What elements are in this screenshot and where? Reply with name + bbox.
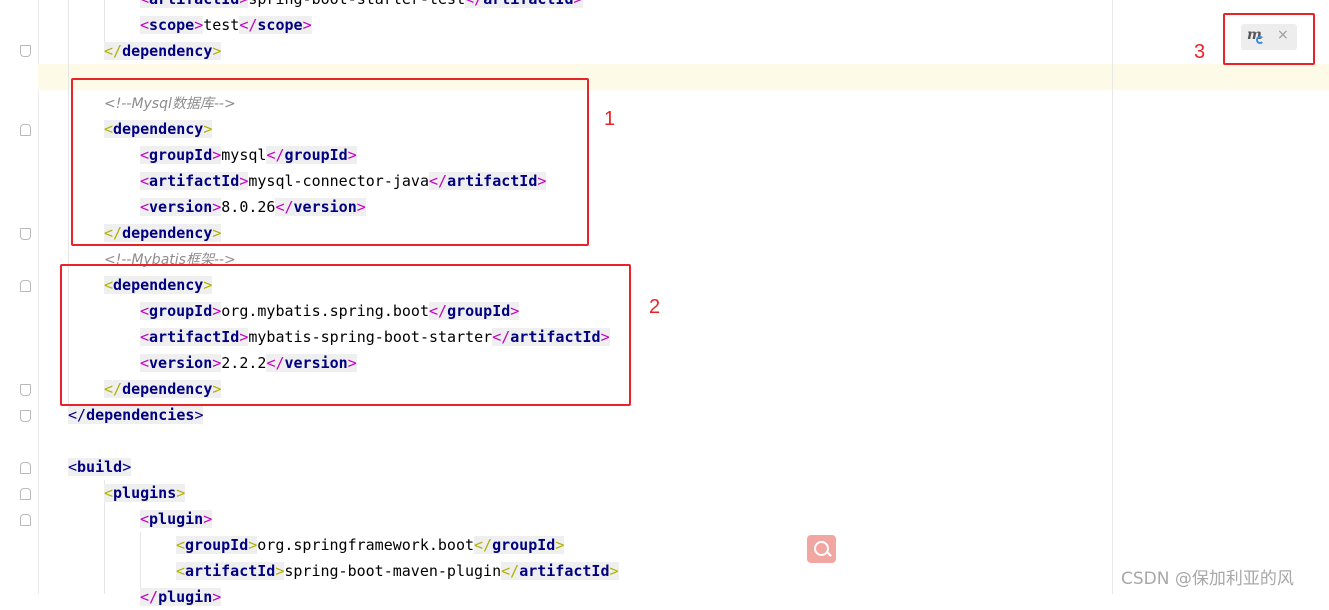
editor-gutter [0, 0, 39, 594]
code-line[interactable]: <groupId>org.springframework.boot</group… [176, 532, 565, 558]
xml-bracket: < [140, 510, 150, 528]
fold-marker-icon[interactable] [20, 124, 31, 136]
xml-tag-name: dependency [122, 42, 213, 60]
xml-value: spring-boot-starter-test [248, 0, 465, 8]
xml-bracket: > [573, 0, 583, 8]
xml-bracket: > [176, 484, 186, 502]
xml-tag-name: groupId [492, 536, 556, 554]
code-line[interactable]: </dependency> [104, 38, 222, 64]
xml-tag-name: scope [257, 16, 303, 34]
right-margin-guide [1112, 0, 1113, 594]
search-button[interactable] [807, 535, 836, 563]
xml-bracket: </ [474, 536, 493, 554]
fold-marker-icon[interactable] [20, 228, 31, 240]
refresh-icon [1256, 36, 1264, 44]
xml-bracket: </ [465, 0, 484, 8]
xml-tag-name: plugin [158, 588, 213, 606]
xml-bracket: </ [68, 406, 87, 424]
watermark: CSDN @保加利亚的风 [1121, 569, 1294, 589]
fold-marker-icon[interactable] [20, 45, 31, 57]
code-line[interactable]: <scope>test</scope> [140, 12, 312, 38]
code-line[interactable]: <artifactId>spring-boot-maven-plugin</ar… [176, 558, 619, 584]
xml-bracket: < [176, 562, 186, 580]
fold-marker-icon[interactable] [20, 384, 31, 396]
xml-value: test [203, 16, 240, 34]
xml-bracket: </ [104, 42, 123, 60]
xml-bracket: > [194, 16, 204, 34]
xml-bracket: < [104, 484, 114, 502]
xml-bracket: < [140, 0, 150, 8]
xml-tag-name: scope [149, 16, 195, 34]
xml-bracket: > [212, 588, 222, 606]
code-line[interactable]: <plugin> [140, 506, 213, 532]
xml-bracket: < [140, 16, 150, 34]
code-line[interactable]: <plugins> [104, 480, 186, 506]
xml-bracket: > [609, 562, 619, 580]
xml-tag-name: artifactId [519, 562, 610, 580]
close-icon[interactable]: × [1277, 27, 1289, 43]
fold-marker-icon[interactable] [20, 514, 31, 526]
xml-bracket: > [302, 16, 312, 34]
xml-tag-name: artifactId [149, 0, 240, 8]
xml-bracket: > [212, 42, 222, 60]
code-line[interactable]: <build> [68, 454, 132, 480]
annotation-box-2 [60, 264, 631, 406]
xml-tag-name: plugins [113, 484, 177, 502]
annotation-label-3: 3 [1194, 41, 1206, 63]
fold-marker-icon[interactable] [20, 488, 31, 500]
xml-bracket: </ [501, 562, 520, 580]
xml-value: org.springframework.boot [257, 536, 475, 554]
fold-marker-icon[interactable] [20, 280, 31, 292]
xml-bracket: > [555, 536, 565, 554]
xml-bracket: > [194, 406, 204, 424]
xml-value: spring-boot-maven-plugin [284, 562, 502, 580]
annotation-label-2: 2 [649, 296, 661, 318]
fold-marker-icon[interactable] [20, 410, 31, 422]
current-line-highlight-margin [1113, 64, 1329, 90]
code-line[interactable]: </plugin> [140, 584, 222, 610]
maven-load-changes-popup[interactable]: m × [1241, 24, 1297, 50]
xml-tag-name: artifactId [483, 0, 574, 8]
fold-marker-icon[interactable] [20, 462, 31, 474]
code-line[interactable]: <artifactId>spring-boot-starter-test</ar… [140, 0, 583, 12]
xml-bracket: < [176, 536, 186, 554]
xml-bracket: < [68, 458, 78, 476]
xml-tag-name: dependencies [86, 406, 195, 424]
xml-tag-name: plugin [149, 510, 204, 528]
annotation-box-1 [71, 78, 589, 246]
xml-bracket: > [248, 536, 258, 554]
xml-tag-name: groupId [185, 536, 249, 554]
xml-tag-name: build [77, 458, 123, 476]
xml-tag-name: artifactId [185, 562, 276, 580]
xml-bracket: </ [239, 16, 258, 34]
xml-bracket: </ [140, 588, 159, 606]
xml-bracket: > [203, 510, 213, 528]
annotation-label-1: 1 [604, 108, 616, 130]
xml-bracket: > [122, 458, 132, 476]
